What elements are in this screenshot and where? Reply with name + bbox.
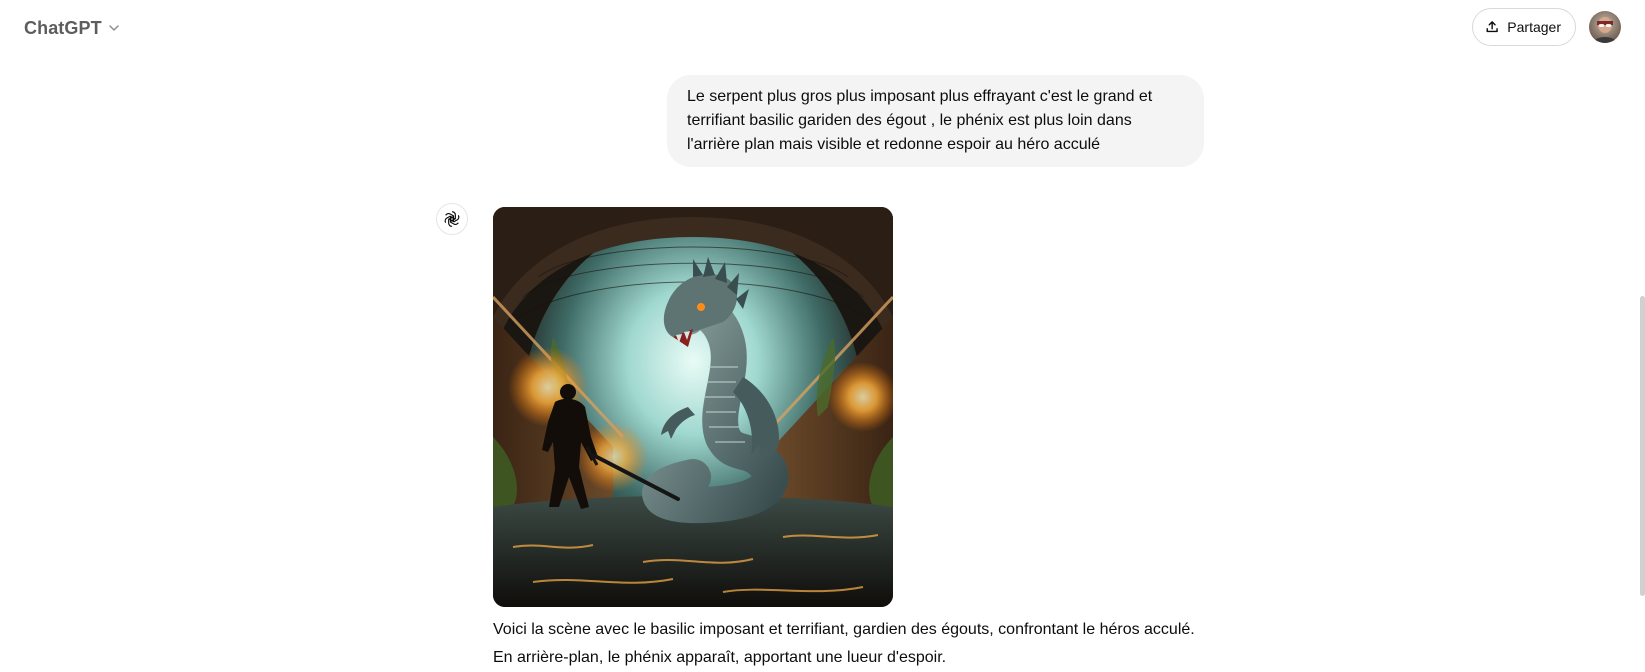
chat-app: ChatGPT Partager Le serpent plus gros pl… — [0, 0, 1645, 672]
user-message-bubble: Le serpent plus gros plus imposant plus … — [667, 75, 1204, 167]
openai-logo-icon — [444, 211, 460, 227]
share-button[interactable]: Partager — [1472, 8, 1576, 46]
scrollbar-thumb[interactable] — [1640, 296, 1645, 596]
upload-share-icon — [1486, 21, 1498, 33]
assistant-message-text: Voici la scène avec le basilic imposant … — [493, 621, 1195, 666]
user-avatar[interactable] — [1589, 11, 1621, 43]
model-name: ChatGPT — [24, 17, 102, 38]
share-label: Partager — [1507, 19, 1561, 35]
chevron-down-icon — [108, 25, 119, 31]
generated-image[interactable] — [493, 207, 893, 607]
assistant-avatar — [436, 203, 468, 235]
model-switcher[interactable]: ChatGPT — [16, 11, 128, 45]
top-bar: ChatGPT Partager — [0, 0, 1645, 56]
